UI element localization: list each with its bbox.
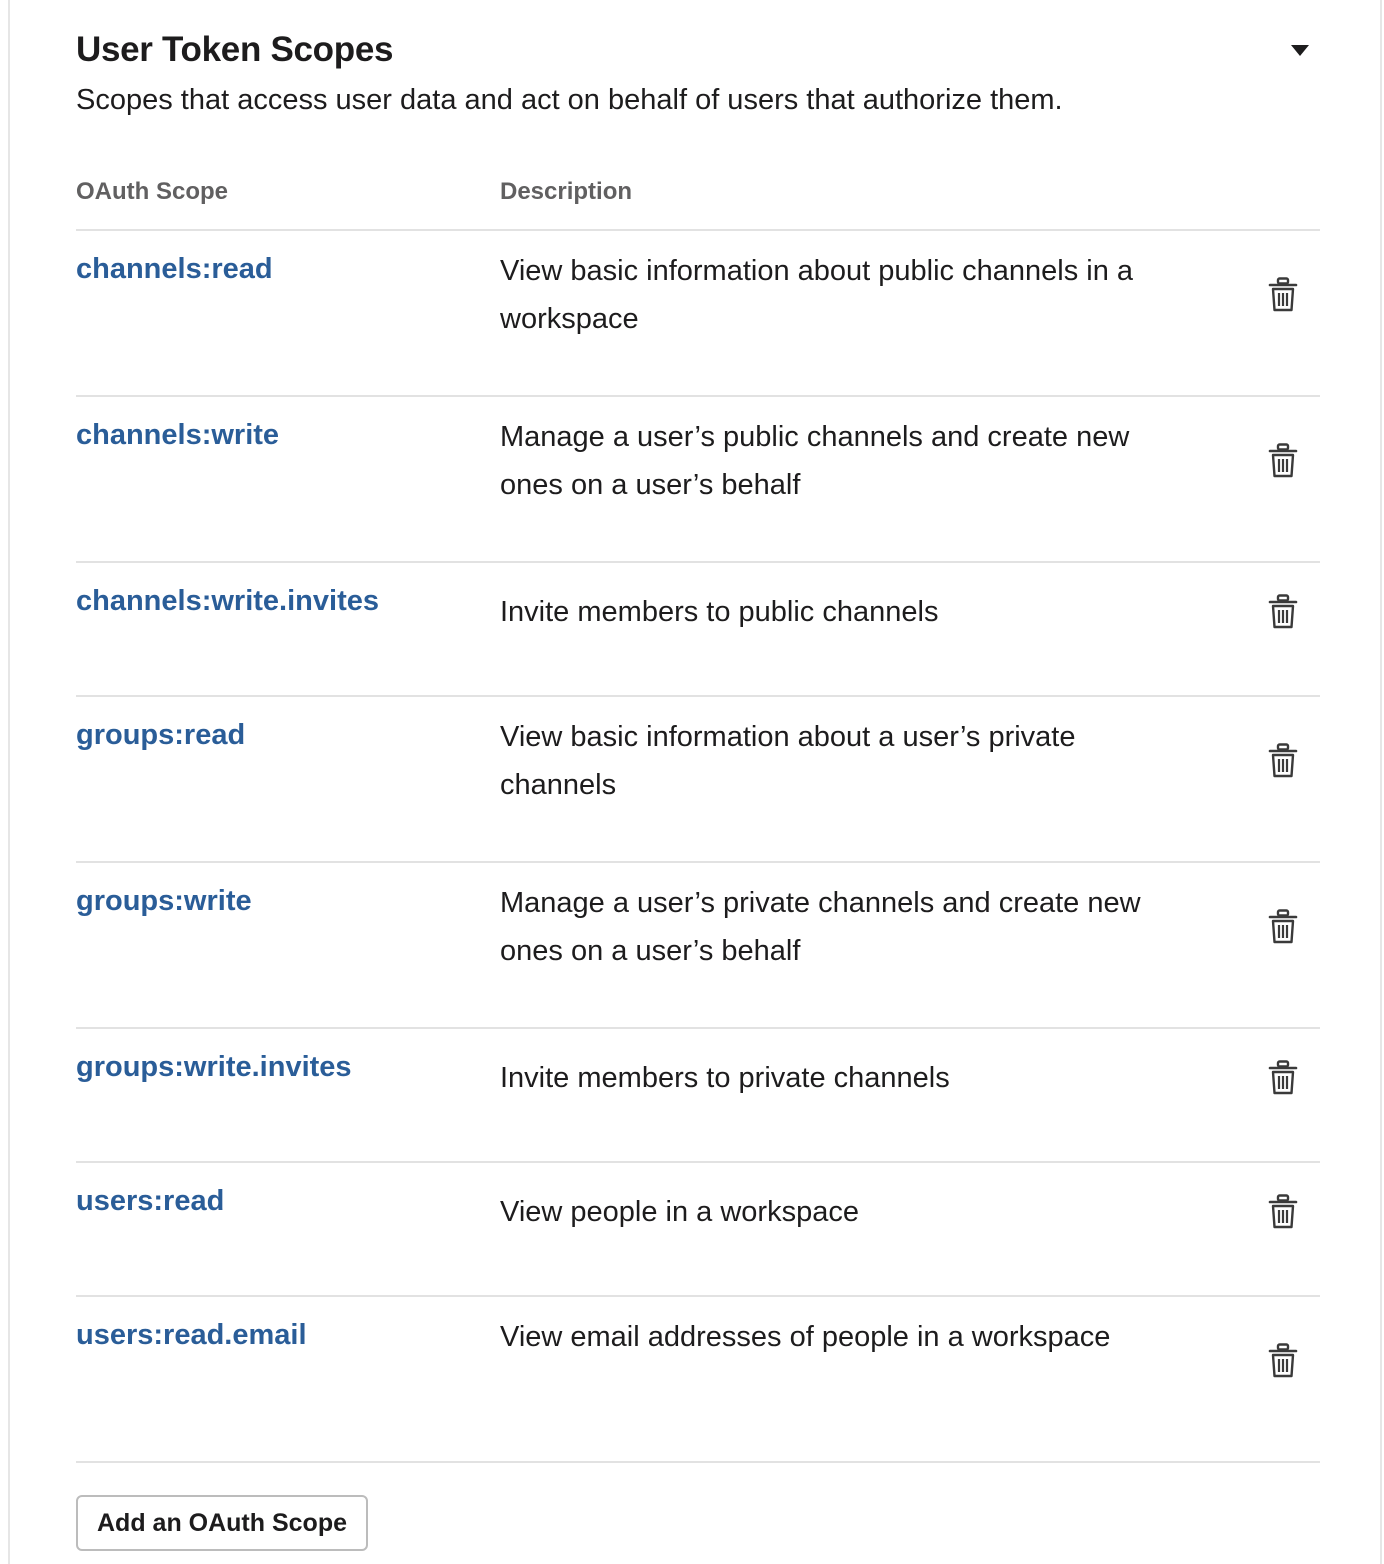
add-oauth-scope-button[interactable]: Add an OAuth Scope [76, 1495, 368, 1551]
trash-icon[interactable] [1268, 277, 1298, 313]
table-row: channels:read View basic information abo… [76, 231, 1320, 395]
scope-link[interactable]: groups:write.invites [76, 1051, 352, 1084]
section-subtitle: Scopes that access user data and act on … [76, 84, 1063, 116]
table-divider [76, 1461, 1320, 1463]
column-header-oauth-scope: OAuth Scope [76, 178, 229, 205]
table-row: groups:write.invites Invite members to p… [76, 1029, 1320, 1161]
scope-link[interactable]: groups:read [76, 719, 245, 752]
trash-icon[interactable] [1268, 594, 1298, 630]
scope-description: Invite members to private channels [500, 1062, 950, 1094]
table-row: users:read.email View email addresses of… [76, 1297, 1320, 1461]
table-row: users:read View people in a workspace [76, 1163, 1320, 1295]
trash-icon[interactable] [1268, 1343, 1298, 1379]
table-row: groups:write Manage a user’s private cha… [76, 863, 1320, 1027]
trash-icon[interactable] [1268, 743, 1298, 779]
trash-icon[interactable] [1268, 443, 1298, 479]
scope-description: Manage a user’s private channels and cre… [500, 887, 1141, 967]
trash-icon[interactable] [1268, 909, 1298, 945]
scope-link[interactable]: users:read [76, 1185, 224, 1218]
trash-icon[interactable] [1268, 1194, 1298, 1230]
caret-down-icon[interactable] [1288, 40, 1312, 60]
table-row: channels:write.invites Invite members to… [76, 563, 1320, 695]
scope-link[interactable]: groups:write [76, 885, 252, 918]
column-header-description: Description [500, 178, 633, 205]
scope-description: View basic information about public chan… [500, 255, 1134, 335]
table-row: groups:read View basic information about… [76, 697, 1320, 861]
scope-description: View email addresses of people in a work… [500, 1321, 1111, 1353]
scope-link[interactable]: users:read.email [76, 1319, 307, 1352]
scope-link[interactable]: channels:write.invites [76, 585, 379, 618]
trash-icon[interactable] [1268, 1060, 1298, 1096]
scope-link[interactable]: channels:read [76, 253, 273, 286]
scope-link[interactable]: channels:write [76, 419, 279, 452]
scope-description: View basic information about a user’s pr… [500, 721, 1076, 801]
scope-description: Invite members to public channels [500, 596, 939, 628]
table-row: channels:write Manage a user’s public ch… [76, 397, 1320, 561]
scope-description: View people in a workspace [500, 1196, 859, 1228]
section-title: User Token Scopes [76, 30, 394, 69]
user-token-scopes-panel: User Token Scopes Scopes that access use… [8, 0, 1382, 1564]
scope-description: Manage a user’s public channels and crea… [500, 421, 1130, 501]
